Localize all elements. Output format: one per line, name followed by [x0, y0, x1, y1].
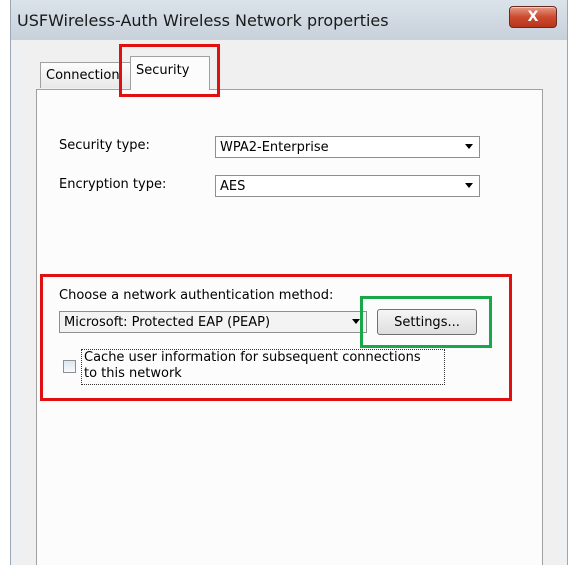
- close-button[interactable]: X: [509, 6, 557, 28]
- tab-security[interactable]: Security: [130, 56, 210, 90]
- chevron-down-icon: [465, 144, 473, 149]
- security-type-value: WPA2-Enterprise: [220, 139, 329, 155]
- encryption-type-value: AES: [220, 178, 246, 194]
- close-icon: X: [527, 9, 539, 25]
- tab-security-label: Security: [136, 63, 190, 78]
- encryption-type-label: Encryption type:: [59, 177, 167, 192]
- tab-connection-label: Connection: [46, 68, 120, 83]
- title-bar[interactable]: USFWireless-Auth Wireless Network proper…: [11, 0, 567, 40]
- encryption-type-select[interactable]: AES: [215, 175, 480, 197]
- security-type-label: Security type:: [59, 138, 150, 153]
- window-title: USFWireless-Auth Wireless Network proper…: [17, 11, 389, 30]
- security-type-select[interactable]: WPA2-Enterprise: [215, 136, 480, 158]
- chevron-down-icon: [465, 183, 473, 188]
- settings-button-highlight: [360, 296, 492, 348]
